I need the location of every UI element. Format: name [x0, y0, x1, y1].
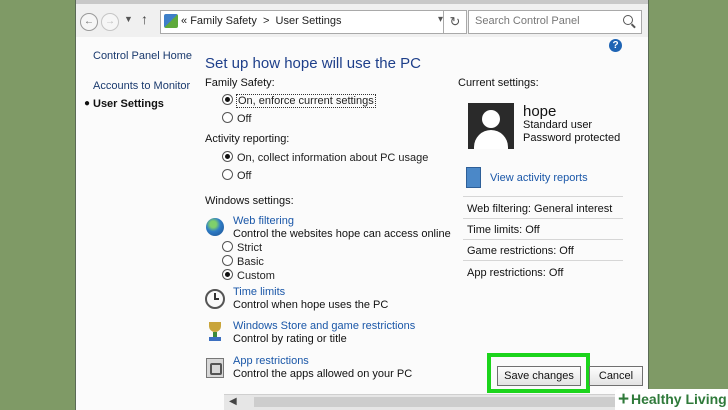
- radio-unselected-icon: [222, 241, 233, 252]
- web-filtering-basic-radio[interactable]: Basic: [222, 255, 264, 269]
- breadcrumb-user-settings[interactable]: User Settings: [276, 15, 342, 27]
- web-filtering-globe-icon: [206, 218, 224, 236]
- web-filtering-custom-radio[interactable]: Custom: [222, 269, 275, 283]
- divider: [463, 260, 623, 261]
- search-icon[interactable]: [623, 15, 633, 25]
- family-safety-off-radio[interactable]: Off: [222, 112, 251, 126]
- radio-label: Off: [237, 113, 252, 125]
- activity-reporting-off-radio[interactable]: Off: [222, 169, 251, 183]
- family-safety-on-radio[interactable]: On, enforce current settings: [222, 94, 376, 108]
- sidebar-item-control-panel-home[interactable]: Control Panel Home: [93, 50, 192, 62]
- healthy-living-watermark: + Healthy Living: [615, 389, 728, 410]
- summary-game-restrictions: Game restrictions: Off: [467, 245, 574, 257]
- sidebar-item-label: User Settings: [93, 98, 164, 110]
- activity-reporting-label: Activity reporting:: [205, 133, 290, 145]
- breadcrumb: « Family Safety > User Settings: [181, 15, 342, 27]
- user-name: hope: [523, 103, 557, 120]
- summary-time-limits: Time limits: Off: [467, 224, 540, 236]
- help-icon[interactable]: ?: [609, 39, 622, 52]
- scrollbar-thumb[interactable]: [254, 397, 634, 407]
- avatar-head-icon: [482, 110, 500, 128]
- user-type: Standard user: [523, 119, 593, 131]
- navigation-bar: ← → ▼ ↑ « Family Safety > User Settings …: [76, 5, 648, 37]
- radio-unselected-icon: [222, 112, 233, 123]
- radio-label: Off: [237, 170, 252, 182]
- time-limits-link[interactable]: Time limits: [233, 286, 285, 298]
- back-arrow-icon[interactable]: ←: [80, 13, 98, 31]
- title-bar-edge: [76, 0, 648, 4]
- current-item-bullet-icon: ●: [84, 98, 91, 109]
- web-filtering-strict-radio[interactable]: Strict: [222, 241, 262, 255]
- family-safety-label: Family Safety:: [205, 77, 275, 89]
- web-filtering-description: Control the websites hope can access onl…: [233, 228, 451, 240]
- app-restrictions-description: Control the apps allowed on your PC: [233, 368, 413, 380]
- store-game-restrictions-description: Control by rating or title: [233, 333, 347, 345]
- refresh-icon[interactable]: ↻: [443, 10, 467, 34]
- radio-selected-icon: [222, 94, 233, 105]
- divider: [463, 239, 623, 240]
- breadcrumb-separator-icon[interactable]: >: [263, 15, 269, 27]
- app-restrictions-icon: [206, 358, 224, 378]
- sidebar-item-user-settings[interactable]: ● User Settings: [84, 98, 164, 110]
- radio-unselected-icon: [222, 169, 233, 180]
- summary-app-restrictions: App restrictions: Off: [467, 267, 564, 279]
- avatar-body-icon: [474, 130, 508, 149]
- store-game-restrictions-link[interactable]: Windows Store and game restrictions: [233, 320, 415, 332]
- radio-unselected-icon: [222, 255, 233, 266]
- radio-selected-icon: [222, 151, 233, 162]
- watermark-text: Healthy Living: [631, 391, 727, 407]
- up-arrow-icon[interactable]: ↑: [141, 11, 148, 27]
- horizontal-scrollbar[interactable]: ◀: [224, 394, 648, 410]
- activity-reporting-on-radio[interactable]: On, collect information about PC usage: [222, 151, 428, 165]
- recent-pages-chevron-icon[interactable]: ▼: [124, 14, 133, 24]
- forward-arrow-icon[interactable]: →: [101, 13, 119, 31]
- password-status: Password protected: [523, 132, 621, 144]
- cancel-button[interactable]: Cancel: [589, 366, 643, 386]
- save-changes-button[interactable]: Save changes: [497, 366, 581, 386]
- web-filtering-link[interactable]: Web filtering: [233, 215, 294, 227]
- radio-label: On, collect information about PC usage: [237, 152, 429, 164]
- time-limits-description: Control when hope uses the PC: [233, 299, 389, 311]
- page-title: Set up how hope will use the PC: [205, 55, 421, 72]
- radio-label: On, enforce current settings: [236, 94, 376, 108]
- divider: [463, 196, 623, 197]
- user-avatar: [468, 103, 514, 149]
- breadcrumb-overflow[interactable]: «: [181, 15, 187, 27]
- view-activity-reports-link[interactable]: View activity reports: [490, 172, 588, 184]
- radio-selected-icon: [222, 269, 233, 280]
- summary-web-filtering: Web filtering: General interest: [467, 203, 613, 215]
- app-restrictions-link[interactable]: App restrictions: [233, 355, 309, 367]
- control-panel-window: ← → ▼ ↑ « Family Safety > User Settings …: [75, 0, 649, 410]
- sidebar-item-accounts-to-monitor[interactable]: Accounts to Monitor: [93, 80, 190, 92]
- watermark-plus-icon: +: [618, 389, 630, 410]
- address-bar[interactable]: « Family Safety > User Settings ▾: [160, 10, 450, 34]
- search-input[interactable]: Search Control Panel: [468, 10, 642, 34]
- divider: [463, 218, 623, 219]
- search-placeholder: Search Control Panel: [475, 15, 580, 27]
- radio-label: Custom: [237, 270, 275, 282]
- scroll-left-arrow-icon[interactable]: ◀: [229, 396, 237, 407]
- store-trophy-icon: [207, 322, 223, 342]
- time-limits-clock-icon: [205, 289, 225, 309]
- breadcrumb-family-safety[interactable]: Family Safety: [190, 15, 257, 27]
- control-panel-icon: [164, 14, 178, 28]
- radio-label: Basic: [237, 256, 264, 268]
- radio-label: Strict: [237, 242, 263, 254]
- activity-report-icon: [466, 167, 481, 188]
- current-settings-label: Current settings:: [458, 77, 539, 89]
- windows-settings-label: Windows settings:: [205, 195, 294, 207]
